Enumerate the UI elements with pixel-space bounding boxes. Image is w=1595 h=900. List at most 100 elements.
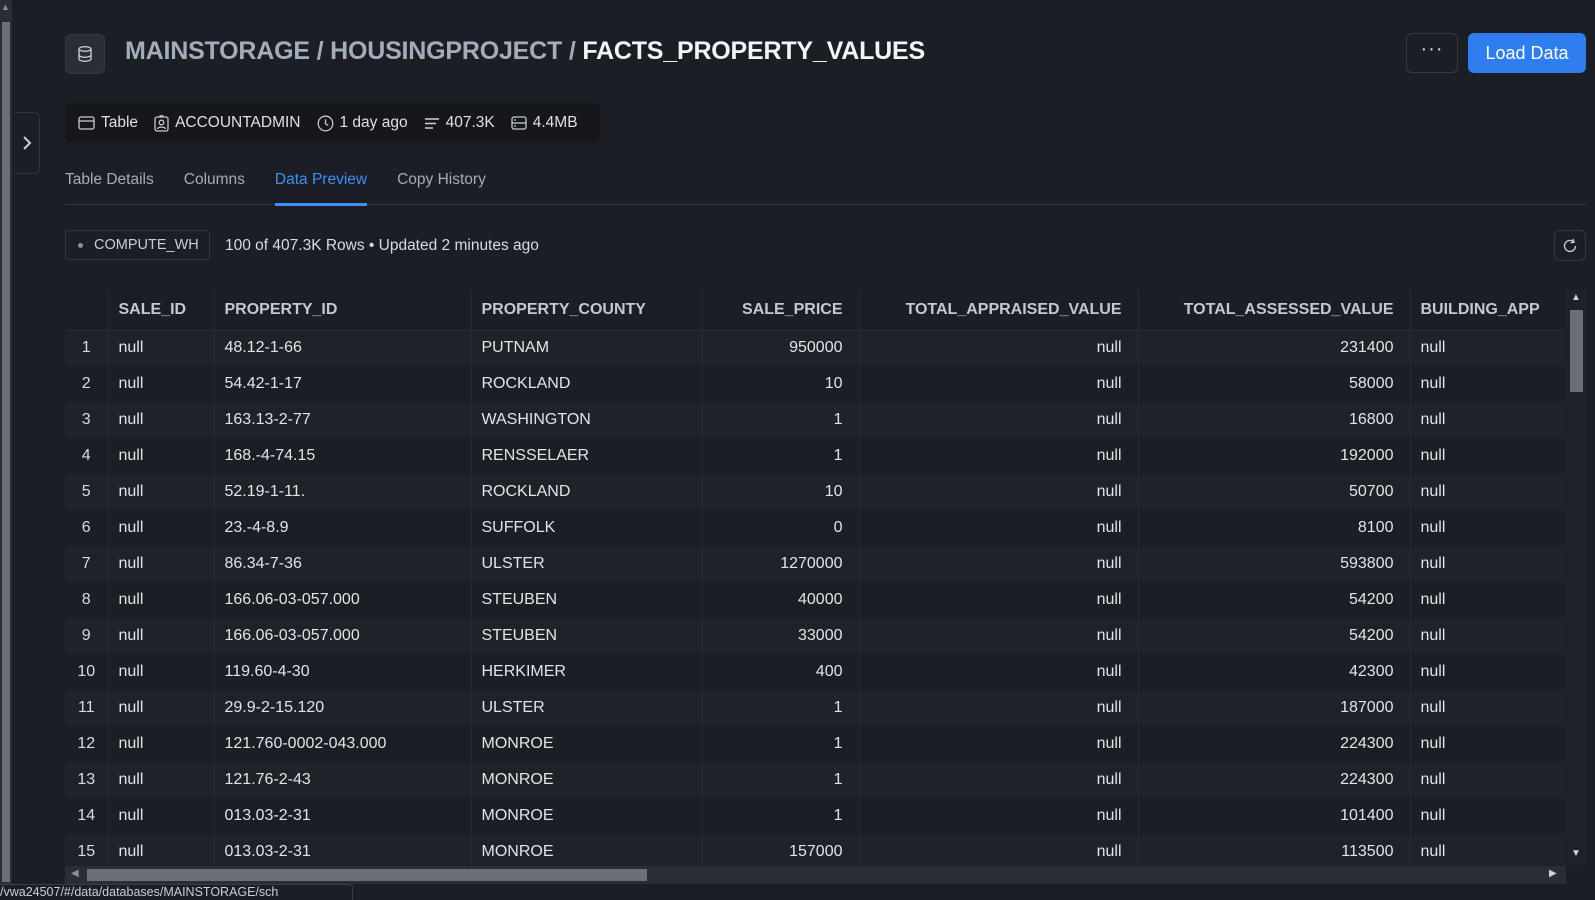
table-cell[interactable]: 16800 bbox=[1138, 402, 1411, 438]
tab-data-preview[interactable]: Data Preview bbox=[274, 165, 368, 206]
breadcrumb-database[interactable]: MAINSTORAGE bbox=[125, 37, 310, 65]
table-row[interactable]: 6 null 23.-4-8.9 SUFFOLK 0 null 8100 null bbox=[65, 510, 1565, 546]
table-cell[interactable]: null bbox=[108, 834, 215, 866]
table-cell[interactable]: SUFFOLK bbox=[471, 510, 703, 546]
table-cell[interactable]: null bbox=[108, 654, 215, 690]
table-cell[interactable]: 166.06-03-057.000 bbox=[214, 618, 472, 654]
table-cell[interactable]: 187000 bbox=[1138, 690, 1411, 726]
table-cell[interactable]: 192000 bbox=[1138, 438, 1411, 474]
table-cell[interactable]: null bbox=[1410, 654, 1565, 690]
table-cell[interactable]: null bbox=[859, 474, 1139, 510]
table-cell[interactable]: 40000 bbox=[702, 582, 860, 618]
table-cell[interactable]: null bbox=[1410, 690, 1565, 726]
table-cell[interactable]: null bbox=[859, 762, 1139, 798]
table-cell[interactable]: null bbox=[108, 690, 215, 726]
scroll-up-arrow-icon[interactable]: ▲ bbox=[1, 2, 10, 12]
scroll-down-arrow-icon[interactable]: ▼ bbox=[1571, 848, 1581, 859]
table-cell[interactable]: null bbox=[1410, 366, 1565, 402]
table-cell[interactable]: null bbox=[1410, 510, 1565, 546]
table-cell[interactable]: 400 bbox=[702, 654, 860, 690]
table-cell[interactable]: 231400 bbox=[1138, 330, 1411, 366]
table-cell[interactable]: 157000 bbox=[702, 834, 860, 866]
table-cell[interactable]: 224300 bbox=[1138, 762, 1411, 798]
grid-horizontal-scrollbar-thumb[interactable] bbox=[87, 869, 647, 881]
table-cell[interactable]: null bbox=[108, 510, 215, 546]
table-cell[interactable]: null bbox=[108, 366, 215, 402]
table-cell[interactable]: 23.-4-8.9 bbox=[214, 510, 472, 546]
table-cell[interactable]: 1 bbox=[702, 438, 860, 474]
table-cell[interactable]: STEUBEN bbox=[471, 582, 703, 618]
table-cell[interactable]: null bbox=[859, 690, 1139, 726]
table-cell[interactable]: 10 bbox=[702, 474, 860, 510]
table-cell[interactable]: 224300 bbox=[1138, 726, 1411, 762]
table-cell[interactable]: PUTNAM bbox=[471, 330, 703, 366]
table-cell[interactable]: ROCKLAND bbox=[471, 366, 703, 402]
scroll-left-arrow-icon[interactable]: ◀ bbox=[71, 868, 79, 879]
table-cell[interactable]: null bbox=[108, 582, 215, 618]
scroll-right-arrow-icon[interactable]: ▶ bbox=[1549, 868, 1557, 879]
grid-horizontal-scrollbar[interactable]: ◀ ▶ bbox=[65, 866, 1566, 884]
grid-vertical-scrollbar[interactable]: ▲ ▼ bbox=[1566, 290, 1586, 866]
table-cell[interactable]: MONROE bbox=[471, 798, 703, 834]
column-header[interactable]: TOTAL_ASSESSED_VALUE bbox=[1138, 290, 1411, 331]
table-cell[interactable]: null bbox=[859, 546, 1139, 582]
table-cell[interactable]: null bbox=[859, 366, 1139, 402]
table-cell[interactable]: null bbox=[1410, 438, 1565, 474]
table-cell[interactable]: 10 bbox=[702, 366, 860, 402]
table-cell[interactable]: STEUBEN bbox=[471, 618, 703, 654]
column-header[interactable]: BUILDING_APP bbox=[1410, 290, 1565, 331]
table-cell[interactable]: null bbox=[1410, 546, 1565, 582]
table-row[interactable]: 15 null 013.03-2-31 MONROE 157000 null 113500 n… bbox=[65, 834, 1565, 866]
table-row[interactable]: 4 null 168.-4-74.15 RENSSELAER 1 null 192000 nu… bbox=[65, 438, 1565, 474]
table-cell[interactable]: 8100 bbox=[1138, 510, 1411, 546]
table-cell[interactable]: 163.13-2-77 bbox=[214, 402, 472, 438]
table-cell[interactable]: null bbox=[859, 654, 1139, 690]
column-header[interactable]: SALE_PRICE bbox=[702, 290, 860, 331]
more-options-button[interactable]: ··· bbox=[1406, 33, 1458, 73]
table-cell[interactable]: 1 bbox=[702, 402, 860, 438]
table-cell[interactable]: 54200 bbox=[1138, 618, 1411, 654]
table-cell[interactable]: 593800 bbox=[1138, 546, 1411, 582]
table-row[interactable]: 7 null 86.34-7-36 ULSTER 1270000 null 593800 nu… bbox=[65, 546, 1565, 582]
table-row[interactable]: 11 null 29.9-2-15.120 ULSTER 1 null 187000 null bbox=[65, 690, 1565, 726]
table-cell[interactable]: null bbox=[1410, 582, 1565, 618]
table-cell[interactable]: WASHINGTON bbox=[471, 402, 703, 438]
table-cell[interactable]: 950000 bbox=[702, 330, 860, 366]
column-header[interactable]: SALE_ID bbox=[108, 290, 215, 331]
tab-table-details[interactable]: Table Details bbox=[65, 165, 154, 205]
table-cell[interactable]: RENSSELAER bbox=[471, 438, 703, 474]
table-cell[interactable]: null bbox=[1410, 330, 1565, 366]
table-cell[interactable]: 1 bbox=[702, 726, 860, 762]
page-scrollbar-thumb[interactable] bbox=[2, 22, 10, 882]
grid-vertical-scrollbar-thumb[interactable] bbox=[1570, 310, 1583, 392]
table-cell[interactable]: null bbox=[859, 726, 1139, 762]
table-cell[interactable]: 29.9-2-15.120 bbox=[214, 690, 472, 726]
table-cell[interactable]: 1 bbox=[702, 798, 860, 834]
table-cell[interactable]: 121.76-2-43 bbox=[214, 762, 472, 798]
table-cell[interactable]: 52.19-1-11. bbox=[214, 474, 472, 510]
table-cell[interactable]: null bbox=[108, 762, 215, 798]
table-cell[interactable]: null bbox=[859, 798, 1139, 834]
table-cell[interactable]: ULSTER bbox=[471, 690, 703, 726]
table-cell[interactable]: 166.06-03-057.000 bbox=[214, 582, 472, 618]
table-cell[interactable]: 50700 bbox=[1138, 474, 1411, 510]
table-row[interactable]: 10 null 119.60-4-30 HERKIMER 400 null 42300 nul… bbox=[65, 654, 1565, 690]
table-cell[interactable]: ROCKLAND bbox=[471, 474, 703, 510]
table-row[interactable]: 2 null 54.42-1-17 ROCKLAND 10 null 58000 null bbox=[65, 366, 1565, 402]
table-row[interactable]: 9 null 166.06-03-057.000 STEUBEN 33000 null 54… bbox=[65, 618, 1565, 654]
table-cell[interactable]: 013.03-2-31 bbox=[214, 798, 472, 834]
table-cell[interactable]: 48.12-1-66 bbox=[214, 330, 472, 366]
table-cell[interactable]: null bbox=[1410, 798, 1565, 834]
table-row[interactable]: 5 null 52.19-1-11. ROCKLAND 10 null 50700 null bbox=[65, 474, 1565, 510]
column-header[interactable]: PROPERTY_COUNTY bbox=[471, 290, 703, 331]
table-cell[interactable]: null bbox=[108, 798, 215, 834]
table-cell[interactable]: null bbox=[859, 330, 1139, 366]
table-cell[interactable]: null bbox=[108, 726, 215, 762]
table-cell[interactable]: 121.760-0002-043.000 bbox=[214, 726, 472, 762]
table-cell[interactable]: null bbox=[1410, 618, 1565, 654]
sidebar-expand-button[interactable] bbox=[14, 112, 40, 174]
tab-copy-history[interactable]: Copy History bbox=[397, 165, 486, 205]
table-cell[interactable]: 119.60-4-30 bbox=[214, 654, 472, 690]
table-cell[interactable]: null bbox=[1410, 762, 1565, 798]
table-cell[interactable]: null bbox=[859, 510, 1139, 546]
